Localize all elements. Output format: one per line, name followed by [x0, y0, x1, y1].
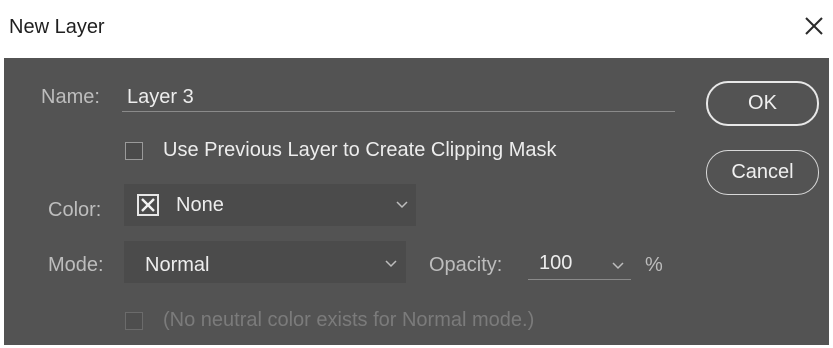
clipping-mask-label: Use Previous Layer to Create Clipping Ma…: [163, 139, 557, 161]
chevron-down-icon: [385, 260, 397, 268]
opacity-label: Opacity:: [429, 254, 503, 276]
mode-label: Mode:: [48, 254, 104, 276]
neutral-color-checkbox: [125, 312, 143, 330]
mode-select-value: Normal: [145, 254, 210, 276]
opacity-unit: %: [645, 254, 663, 276]
opacity-input[interactable]: [528, 279, 631, 280]
color-select-value: None: [176, 194, 224, 216]
color-select[interactable]: None: [124, 184, 416, 226]
chevron-down-icon: [396, 201, 408, 209]
neutral-color-note: (No neutral color exists for Normal mode…: [163, 309, 535, 331]
name-input-value: Layer 3: [127, 86, 194, 108]
cancel-button[interactable]: Cancel: [706, 150, 819, 195]
dialog-title: New Layer: [9, 16, 105, 38]
mode-select[interactable]: Normal: [124, 241, 406, 283]
chevron-down-icon[interactable]: [610, 261, 626, 271]
name-label: Name:: [41, 86, 100, 108]
dialog-body: Name: Layer 3 Use Previous Layer to Crea…: [4, 58, 829, 345]
clipping-mask-checkbox[interactable]: [125, 142, 143, 160]
title-bar: New Layer: [0, 0, 833, 56]
close-icon[interactable]: [800, 12, 828, 40]
x-box-icon: [137, 194, 159, 216]
color-label: Color:: [48, 199, 102, 221]
name-input[interactable]: [122, 111, 675, 112]
opacity-input-value: 100: [539, 252, 573, 274]
ok-button[interactable]: OK: [706, 81, 819, 126]
